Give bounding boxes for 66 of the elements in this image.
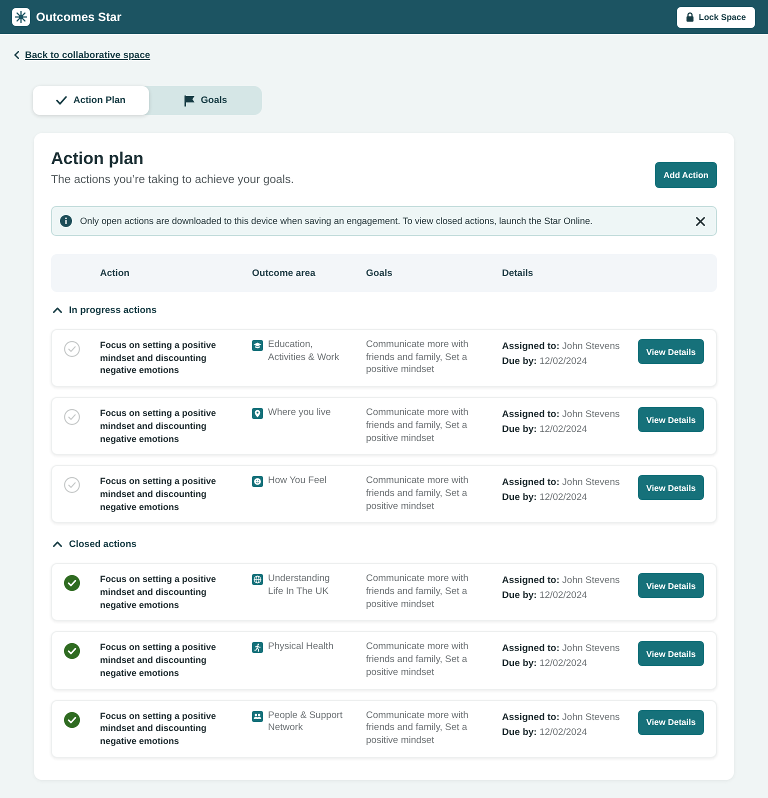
outcome-area-text: People & Support Network	[268, 710, 344, 735]
running-person-icon	[252, 642, 263, 654]
goals-text: Communicate more with friends and family, Set a positive mindset	[366, 641, 470, 680]
outcome-area-text: Physical Health	[268, 641, 334, 654]
globe-icon	[252, 574, 263, 586]
goals-text: Communicate more with friends and family, Set a positive mindset	[366, 475, 470, 514]
info-text: Only open actions are downloaded to this device when saving an engagement. To view closed actions, launch the Star Online.	[80, 216, 594, 226]
goals-text: Communicate more with friends and family, Set a positive mindset	[366, 710, 470, 748]
assigned-to-text: Assigned to: John Stevens	[502, 340, 621, 354]
assigned-to-text: Assigned to: John Stevens	[502, 574, 621, 588]
assigned-to-text: Assigned to: John Stevens	[502, 476, 621, 490]
section-toggle[interactable]: Closed actions	[51, 535, 137, 554]
close-icon[interactable]	[696, 216, 705, 226]
assigned-to-text: Assigned to: John Stevens	[502, 710, 621, 725]
view-details-button[interactable]: View Details	[638, 407, 704, 432]
due-date-text: Due by: 12/02/2024	[502, 423, 588, 438]
column-header: Outcome area	[252, 268, 316, 278]
due-date-text: Due by: 12/02/2024	[502, 726, 588, 740]
view-details-button[interactable]: View Details	[638, 641, 704, 666]
outcome-area-text: Where you live	[268, 407, 331, 420]
add-action-button[interactable]: Add Action	[655, 162, 717, 188]
action-text: Focus on setting a positive mindset and discounting negative emotions	[100, 573, 218, 612]
tab[interactable]: Action Plan	[33, 86, 149, 115]
assigned-to-text: Assigned to: John Stevens	[502, 408, 621, 422]
due-date-text: Due by: 12/02/2024	[502, 589, 588, 604]
action-text: Focus on setting a positive mindset and discounting negative emotions	[100, 407, 218, 446]
view-details-button[interactable]: View Details	[638, 475, 704, 500]
action-text: Focus on setting a positive mindset and discounting negative emotions	[100, 710, 218, 748]
chevron-left-icon	[14, 51, 19, 59]
due-date-text: Due by: 12/02/2024	[502, 491, 588, 506]
assigned-to-text: Assigned to: John Stevens	[502, 642, 621, 656]
map-pin-icon	[252, 408, 263, 420]
outcome-area-text: Understanding Life In The UK	[268, 573, 331, 599]
app-name: Outcomes Star	[36, 10, 122, 24]
action-text: Focus on setting a positive mindset and discounting negative emotions	[100, 641, 218, 680]
back-link[interactable]: Back to collaborative space	[14, 50, 150, 60]
smiley-face-icon	[252, 476, 263, 488]
view-details-button[interactable]: View Details	[638, 339, 704, 364]
lock-space-button[interactable]: Lock Space	[676, 6, 755, 28]
column-header: Goals	[366, 268, 394, 278]
action-text: Focus on setting a positive mindset and discounting negative emotions	[100, 475, 218, 514]
check-icon	[56, 96, 68, 105]
due-date-text: Due by: 12/02/2024	[502, 355, 588, 369]
flag-icon	[184, 94, 195, 106]
page-title: Action plan	[51, 149, 145, 169]
column-header: Action	[100, 268, 131, 278]
due-date-text: Due by: 12/02/2024	[502, 657, 588, 672]
lock-icon	[686, 12, 694, 22]
chevron-up-icon	[53, 307, 62, 313]
sunburst-logo-icon	[12, 8, 30, 26]
section-toggle[interactable]: In progress actions	[51, 301, 157, 319]
goals-text: Communicate more with friends and family, Set a positive mindset	[366, 573, 470, 612]
view-details-button[interactable]: View Details	[638, 573, 704, 598]
tab[interactable]: Goals	[149, 86, 262, 115]
info-icon	[60, 215, 72, 227]
column-header: Details	[502, 268, 534, 278]
view-details-button[interactable]: View Details	[638, 710, 704, 735]
page-subtitle: The actions you’re taking to achieve your goals.	[51, 173, 294, 188]
chevron-up-icon	[53, 541, 62, 548]
goals-text: Communicate more with friends and family, Set a positive mindset	[366, 339, 470, 378]
outcome-area-text: How You Feel	[268, 475, 327, 488]
goals-text: Communicate more with friends and family, Set a positive mindset	[366, 407, 470, 446]
outcome-area-text: Education, Activities & Work	[268, 339, 340, 364]
action-text: Focus on setting a positive mindset and discounting negative emotions	[100, 339, 218, 378]
people-icon	[252, 710, 263, 722]
graduation-cap-icon	[252, 340, 263, 351]
